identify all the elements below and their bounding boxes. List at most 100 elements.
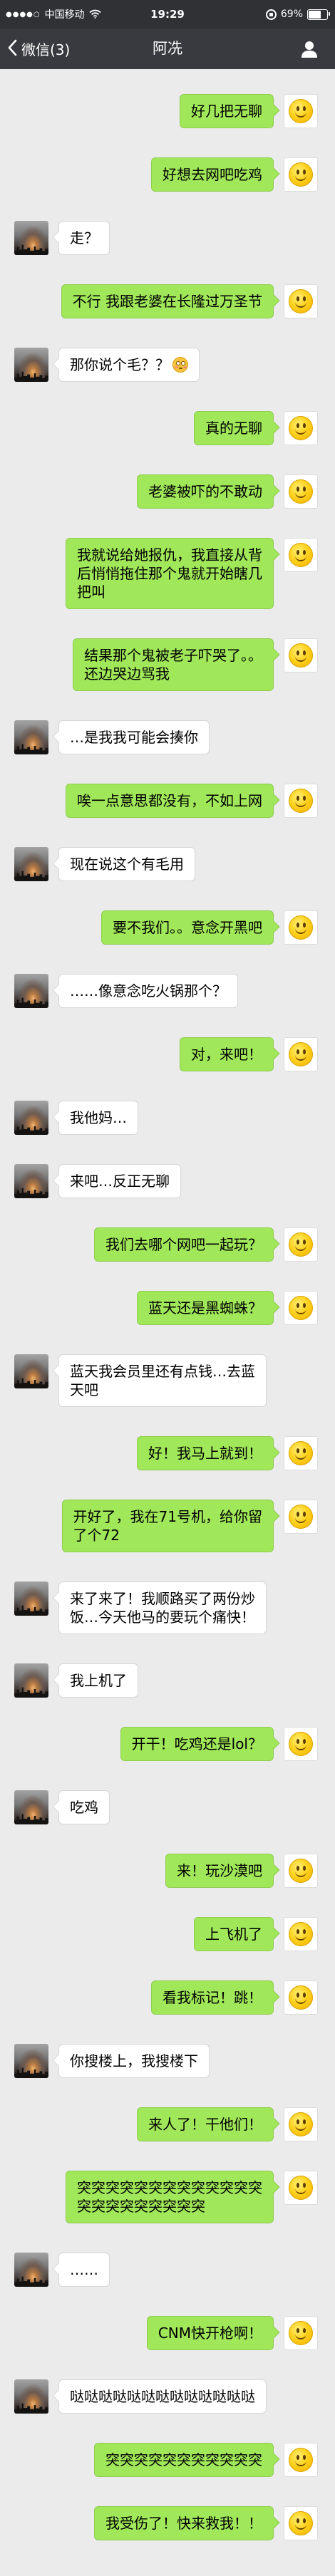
my-avatar[interactable] — [284, 1500, 318, 1534]
contact-avatar[interactable] — [14, 1164, 48, 1198]
sent-message-row: 我们去哪个网吧一起玩？ — [0, 1227, 335, 1262]
contact-avatar[interactable] — [14, 1354, 48, 1388]
message-bubble[interactable]: 我上机了 — [58, 1663, 138, 1698]
my-avatar[interactable] — [284, 2316, 318, 2350]
message-bubble[interactable]: 来吧…反正无聊 — [58, 1164, 181, 1198]
contact-avatar[interactable] — [14, 2044, 48, 2078]
my-avatar[interactable] — [284, 2506, 318, 2540]
message-bubble[interactable]: 开好了，我在71号机，给你留 了个72 — [61, 1500, 274, 1552]
message-bubble[interactable]: 蓝天我会员里还有点钱…去蓝 天吧 — [58, 1354, 267, 1407]
my-avatar[interactable] — [284, 1917, 318, 1951]
received-message-row: 你搜楼上，我搜楼下 — [0, 2044, 335, 2078]
message-bubble[interactable]: 突突突突突突突突突突突 — [94, 2443, 274, 2477]
message-text: CNM快开枪啊！ — [158, 2325, 262, 2342]
contact-avatar[interactable] — [14, 720, 48, 754]
my-avatar[interactable] — [284, 538, 318, 572]
my-avatar[interactable] — [284, 284, 318, 318]
message-bubble[interactable]: 上飞机了 — [194, 1917, 274, 1951]
contact-avatar[interactable] — [14, 2379, 48, 2414]
my-avatar[interactable] — [284, 1854, 318, 1888]
message-bubble[interactable]: 要不我们。。意念开黑吧 — [101, 910, 274, 945]
message-bubble[interactable]: 老婆被吓的不敢动 — [137, 474, 274, 509]
contact-avatar[interactable] — [14, 1790, 48, 1824]
message-text: 我就说给她报仇，我直接从背 — [77, 546, 262, 564]
message-bubble[interactable]: 现在说这个有毛用 — [58, 847, 195, 881]
contact-avatar[interactable] — [14, 1663, 48, 1698]
message-bubble[interactable]: 哒哒哒哒哒哒哒哒哒哒哒哒哒 — [58, 2379, 267, 2414]
contact-avatar[interactable] — [14, 847, 48, 881]
message-bubble[interactable]: 走？ — [58, 221, 110, 255]
message-bubble[interactable]: 我受伤了！快来救我！！ — [94, 2506, 274, 2540]
contact-avatar[interactable] — [14, 348, 48, 382]
my-avatar[interactable] — [284, 910, 318, 945]
message-bubble[interactable]: 你搜楼上，我搜楼下 — [58, 2044, 210, 2078]
message-line: 来吧…反正无聊 — [70, 1172, 170, 1190]
message-bubble[interactable]: 那你说个毛？？ — [58, 348, 200, 382]
contact-avatar[interactable] — [14, 221, 48, 255]
smiley-face-icon — [289, 789, 313, 813]
my-avatar[interactable] — [284, 411, 318, 445]
message-bubble[interactable]: 蓝天还是黑蜘蛛？ — [137, 1291, 274, 1325]
contact-avatar[interactable] — [14, 1582, 48, 1616]
message-bubble[interactable]: 真的无聊 — [194, 411, 274, 445]
contact-avatar[interactable] — [14, 974, 48, 1008]
my-avatar[interactable] — [284, 2443, 318, 2477]
city-skyline-silhouette — [14, 371, 48, 382]
received-message-row: 那你说个毛？？ — [0, 348, 335, 382]
smiley-face-icon — [289, 99, 313, 123]
my-avatar[interactable] — [284, 784, 318, 818]
message-bubble[interactable]: 看我标记！跳！ — [151, 1980, 274, 2015]
message-line: …… — [70, 2260, 98, 2279]
message-bubble[interactable]: 来了来了！我顺路买了两份炒 饭…今天他马的要玩个痛快！ — [58, 1582, 267, 1634]
message-line: CNM快开枪啊！ — [158, 2324, 262, 2342]
message-bubble[interactable]: 我们去哪个网吧一起玩？ — [94, 1227, 274, 1262]
my-avatar[interactable] — [284, 1291, 318, 1325]
my-avatar[interactable] — [284, 1227, 318, 1262]
message-bubble[interactable]: 好想去网吧吃鸡 — [151, 157, 274, 192]
message-bubble[interactable]: 来！玩沙漠吧 — [165, 1854, 274, 1888]
message-bubble[interactable]: 好！我马上就到！ — [137, 1436, 274, 1470]
message-bubble[interactable]: …… — [58, 2253, 110, 2287]
my-avatar[interactable] — [284, 157, 318, 192]
message-bubble[interactable]: ……像意念吃火锅那个？ — [58, 974, 238, 1008]
sent-message-row: 我就说给她报仇，我直接从背 后悄悄拖住那个鬼就开始瞎几 把叫 — [0, 538, 335, 609]
smiley-face-icon — [289, 2448, 313, 2472]
city-skyline-silhouette — [14, 871, 48, 881]
my-avatar[interactable] — [284, 2107, 318, 2141]
my-avatar[interactable] — [284, 1436, 318, 1470]
contact-avatar[interactable] — [14, 2253, 48, 2287]
message-line: 不行 我跟老婆在长隆过万圣节 — [73, 292, 262, 311]
message-text: 蓝天我会员里还有点钱…去蓝 — [70, 1363, 255, 1380]
smiley-face-icon — [289, 915, 313, 940]
message-bubble[interactable]: 对，来吧！ — [180, 1037, 274, 1071]
message-bubble[interactable]: 来人了！干他们！ — [137, 2107, 274, 2141]
message-bubble[interactable]: 吃鸡 — [58, 1790, 110, 1824]
message-bubble[interactable]: CNM快开枪啊！ — [146, 2316, 274, 2350]
message-line: 我们去哪个网吧一起玩？ — [105, 1235, 262, 1254]
message-bubble[interactable]: 唉一点意思都没有，不如上网 — [66, 784, 274, 818]
message-bubble[interactable]: 我他妈… — [58, 1101, 138, 1135]
message-line: 蓝天我会员里还有点钱…去蓝 — [70, 1362, 255, 1381]
chat-info-button[interactable] — [299, 39, 319, 59]
my-avatar[interactable] — [284, 638, 318, 672]
chat-nav-bar: 微信(3) 阿冼 — [0, 28, 335, 69]
back-button[interactable]: 微信(3) — [7, 28, 70, 69]
my-avatar[interactable] — [284, 2171, 318, 2205]
received-message-row: 吃鸡 — [0, 1790, 335, 1824]
contact-avatar[interactable] — [14, 1101, 48, 1135]
my-avatar[interactable] — [284, 94, 318, 128]
message-bubble[interactable]: 开干！吃鸡还是lol？ — [120, 1727, 274, 1761]
message-bubble[interactable]: 我就说给她报仇，我直接从背 后悄悄拖住那个鬼就开始瞎几 把叫 — [66, 538, 274, 609]
my-avatar[interactable] — [284, 1727, 318, 1761]
my-avatar[interactable] — [284, 474, 318, 509]
message-bubble[interactable]: 结果那个鬼被老子吓哭了。。 还边哭边骂我 — [73, 638, 274, 691]
chat-message-list[interactable]: 好几把无聊好想去网吧吃鸡走？ 不行 我跟老婆在长隆过万圣节那你说个毛？？ 真的无聊老… — [0, 69, 335, 2576]
my-avatar[interactable] — [284, 1037, 318, 1071]
message-text: 我他妈… — [70, 1109, 127, 1126]
message-bubble[interactable]: 好几把无聊 — [180, 94, 274, 128]
message-bubble[interactable]: 不行 我跟老婆在长隆过万圣节 — [61, 284, 274, 318]
message-line: 看我标记！跳！ — [163, 1988, 262, 2007]
message-bubble[interactable]: 突突突突突突突突突突突突突 突突突突突突突突突 — [66, 2171, 274, 2223]
message-bubble[interactable]: …是我我可能会揍你 — [58, 720, 210, 754]
my-avatar[interactable] — [284, 1980, 318, 2015]
